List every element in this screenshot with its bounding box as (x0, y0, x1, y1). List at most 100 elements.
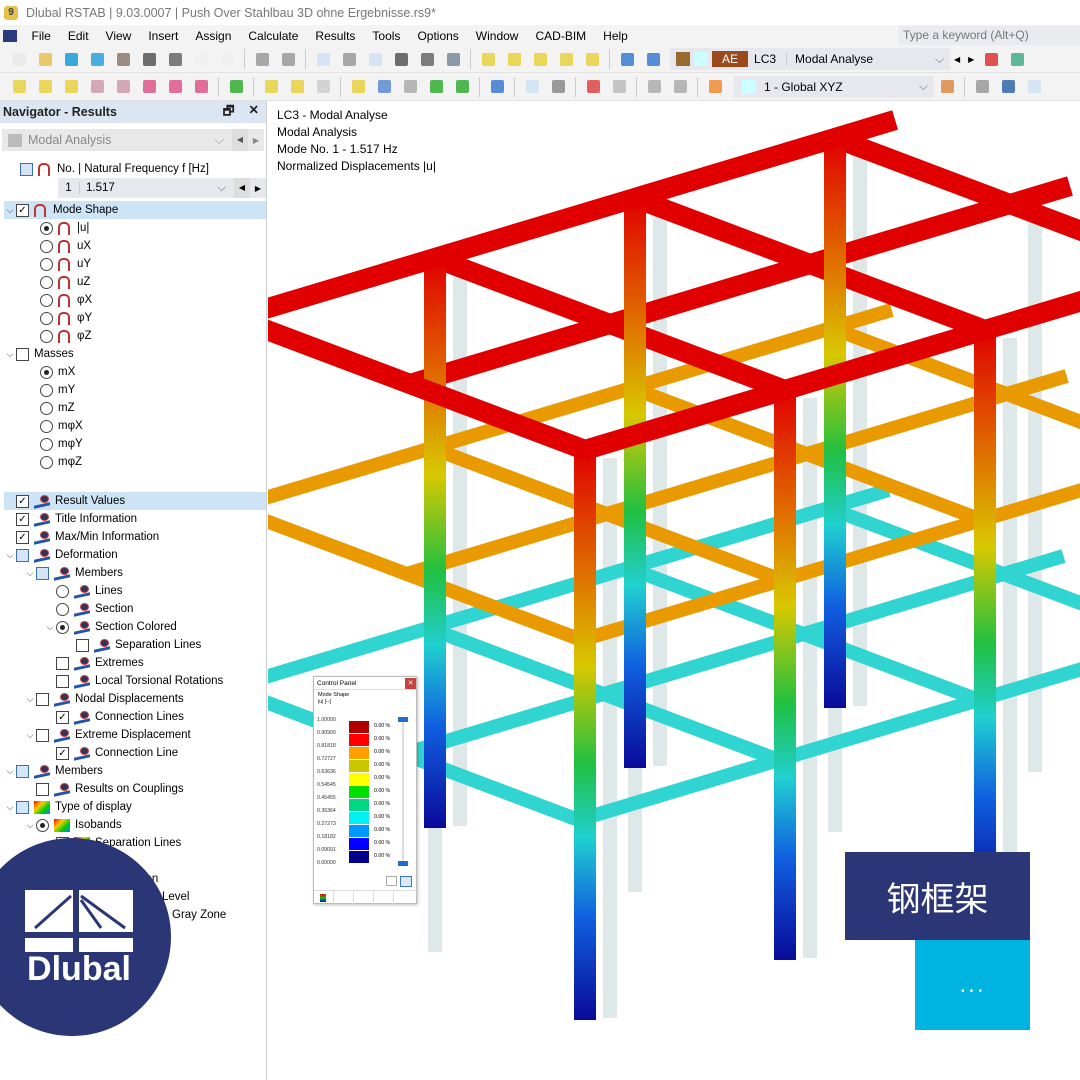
checkbox[interactable] (36, 728, 49, 742)
console-icon[interactable] (392, 50, 411, 69)
load-case-select[interactable]: AE LC3 Modal Analyse ⌵ (670, 48, 950, 70)
animation-icon[interactable] (549, 77, 568, 96)
prev-button[interactable]: ◀ (234, 178, 250, 198)
mass-option[interactable]: mX (40, 363, 75, 381)
tree-item[interactable]: ⌵ Isobands (24, 816, 122, 834)
checkbox[interactable]: ✓ (16, 530, 29, 544)
support-icon[interactable] (227, 77, 246, 96)
tree-item[interactable]: ✓ Connection Lines (44, 708, 184, 726)
undeformed-column[interactable] (1003, 338, 1017, 898)
redo-icon[interactable] (279, 50, 298, 69)
result-lower-icon[interactable] (644, 50, 663, 69)
checkbox[interactable] (56, 674, 69, 688)
tree-item[interactable]: Lines (44, 582, 123, 600)
export-icon[interactable] (386, 876, 397, 886)
dlubal-center-icon[interactable] (62, 50, 81, 69)
panel-icon[interactable] (366, 50, 385, 69)
select-region-icon[interactable] (557, 50, 576, 69)
data-icon[interactable] (444, 50, 463, 69)
checkbox[interactable] (16, 800, 29, 814)
checkbox[interactable]: ✓ (16, 494, 29, 508)
dimension-2-icon[interactable] (288, 77, 307, 96)
chevron-down-icon[interactable]: ⌵ (24, 694, 36, 705)
tree-item-partial[interactable]: Gray Zone (172, 906, 226, 924)
checkbox[interactable] (56, 656, 69, 670)
tab-nodes-icon[interactable] (374, 891, 394, 904)
script-icon[interactable] (418, 50, 437, 69)
table-icon[interactable] (340, 50, 359, 69)
line-load-icon[interactable] (375, 77, 394, 96)
select-circle-icon[interactable] (505, 50, 524, 69)
mass-option[interactable]: mZ (40, 399, 75, 417)
axes-icon[interactable] (938, 77, 957, 96)
prev-button[interactable]: ◀ (232, 129, 248, 151)
tree-item[interactable]: ⌵ Type of display (4, 798, 132, 816)
more-button[interactable]: ... (915, 940, 1030, 1030)
node-load-icon[interactable] (349, 77, 368, 96)
mode-option[interactable]: φZ (40, 327, 91, 345)
select-target-icon[interactable] (531, 50, 550, 69)
radio-button[interactable] (56, 620, 69, 634)
tab-list-icon[interactable] (354, 891, 374, 904)
new-icon[interactable] (10, 50, 29, 69)
radio-button[interactable] (40, 383, 53, 397)
menu-calculate[interactable]: Calculate (240, 29, 307, 43)
checkbox[interactable] (36, 566, 49, 580)
open-icon[interactable] (36, 50, 55, 69)
next-button[interactable]: ▶ (250, 184, 266, 193)
print-report-icon[interactable] (192, 50, 211, 69)
add-member-load-icon[interactable] (10, 77, 29, 96)
nodal-icon[interactable] (610, 77, 629, 96)
select-poly-icon[interactable] (479, 50, 498, 69)
tree-item[interactable]: ✓ Connection Line (44, 744, 178, 762)
menu-cad-bim[interactable]: CAD-BIM (527, 29, 595, 43)
mode-option[interactable]: φY (40, 309, 92, 327)
menu-help[interactable]: Help (595, 29, 637, 43)
tab-scale-icon[interactable] (334, 891, 354, 904)
radio-button[interactable] (40, 221, 53, 235)
member-grid-icon[interactable] (114, 77, 133, 96)
save-icon[interactable] (140, 50, 159, 69)
visibility-icon[interactable] (1008, 50, 1027, 69)
undeformed-column[interactable] (803, 398, 817, 958)
legend-settings-icon[interactable] (400, 876, 412, 887)
search-input[interactable]: Type a keyword (Alt+Q) (898, 26, 1080, 45)
tree-item[interactable]: ⌵ Nodal Displacements (24, 690, 184, 708)
mode-option[interactable]: uX (40, 237, 91, 255)
member-add-icon[interactable] (192, 77, 211, 96)
member-set-2-icon[interactable] (166, 77, 185, 96)
member-load-icon[interactable] (36, 77, 55, 96)
member-mesh-icon[interactable] (88, 77, 107, 96)
sections-icon[interactable] (645, 77, 664, 96)
tree-item[interactable]: ⌵ Extreme Displacement (24, 726, 191, 744)
tree-item[interactable]: ✓ Title Information (4, 510, 137, 528)
frequency-select[interactable]: 1 1.517 ⌵ ◀ ▶ (58, 178, 266, 198)
checkbox[interactable] (76, 638, 89, 652)
float-icon[interactable]: 🗗 (223, 102, 235, 123)
close-button[interactable]: ✕ (405, 677, 416, 689)
checkbox[interactable]: ✓ (56, 746, 69, 760)
chevron-down-icon[interactable]: ⌵ (4, 802, 16, 813)
menu-view[interactable]: View (97, 29, 140, 43)
sections-2-icon[interactable] (671, 77, 690, 96)
tree-item[interactable]: ⌵ Members (4, 762, 103, 780)
checkbox[interactable] (20, 162, 33, 176)
model-info-icon[interactable] (114, 50, 133, 69)
menu-options[interactable]: Options (409, 29, 467, 43)
legend-slider-min-handle[interactable] (398, 861, 408, 866)
chevron-down-icon[interactable]: ⌵ (44, 622, 56, 633)
column[interactable] (774, 390, 796, 960)
filter-icon[interactable] (488, 77, 507, 96)
mass-option[interactable]: mY (40, 381, 75, 399)
column[interactable] (824, 138, 846, 708)
member-set-icon[interactable] (140, 77, 159, 96)
webservice-icon[interactable] (88, 50, 107, 69)
menu-window[interactable]: Window (467, 29, 527, 43)
tab-colors-icon[interactable] (314, 891, 334, 904)
grid-icon[interactable] (973, 77, 992, 96)
app-menu-icon[interactable] (3, 29, 17, 42)
column[interactable] (574, 450, 596, 1020)
radio-button[interactable] (40, 365, 53, 379)
view-navigator-icon[interactable] (314, 50, 333, 69)
support-node-icon[interactable] (427, 77, 446, 96)
